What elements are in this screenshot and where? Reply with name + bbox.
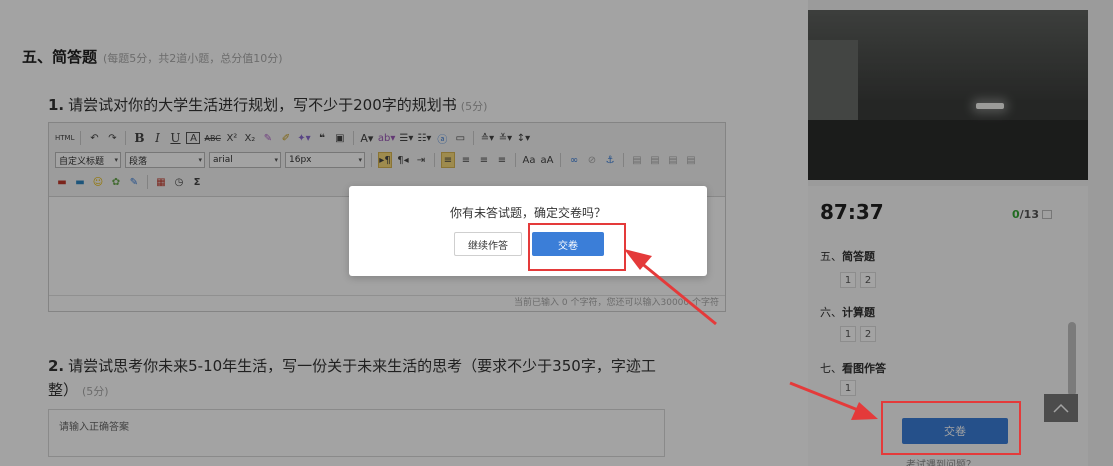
highlight-box-dialog [528, 223, 626, 271]
highlight-box-submit [881, 401, 1021, 455]
arrow-to-submit-button [789, 381, 878, 420]
arrow-to-dialog-submit [624, 249, 717, 326]
